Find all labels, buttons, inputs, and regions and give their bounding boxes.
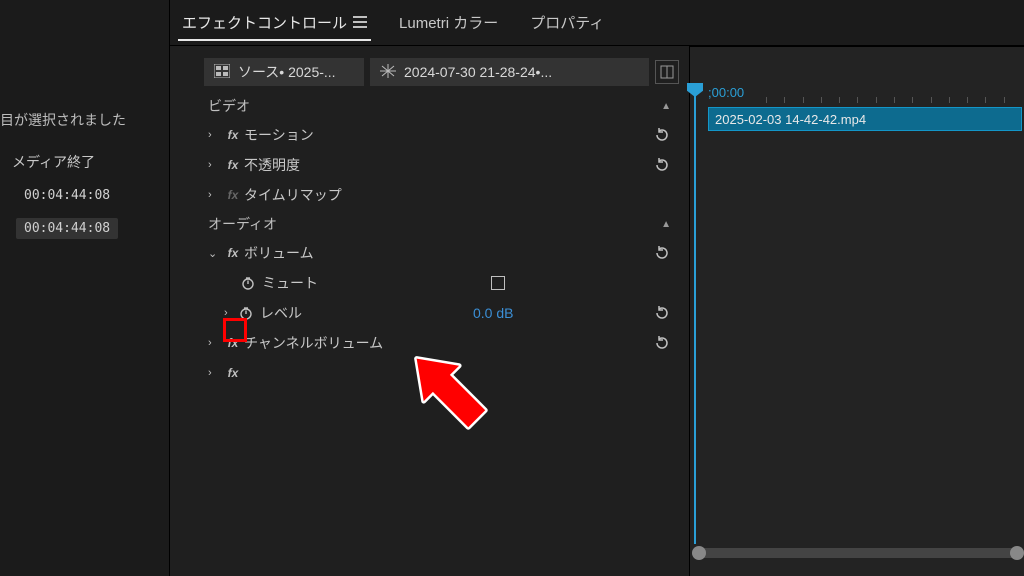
tab-lumetri-color[interactable]: Lumetri カラー (395, 6, 502, 39)
effect-label: ボリューム (244, 243, 653, 263)
ruler-ticks (766, 97, 1022, 107)
fx-icon[interactable]: fx (222, 246, 244, 260)
source-bar: ソース• 2025-... 2024-07-30 21-28-24•... (204, 54, 679, 90)
panel-tabbar: エフェクトコントロール Lumetri カラー プロパティ (170, 0, 1024, 46)
chevron-down-icon: ⌄ (208, 247, 222, 260)
stopwatch-icon[interactable] (240, 275, 256, 291)
mute-checkbox[interactable] (491, 276, 505, 290)
section-video[interactable]: ビデオ ▲ (204, 92, 679, 120)
master-clip-icon (214, 64, 230, 81)
timecode-value-2[interactable]: 00:04:44:08 (16, 218, 118, 239)
source-master-label: ソース• 2025-... (238, 62, 336, 82)
effect-motion[interactable]: › fx モーション (204, 120, 679, 150)
content-row: ソース• 2025-... 2024-07-30 21-28-24•... ビデ… (170, 46, 1024, 576)
effect-controls-panel: ソース• 2025-... 2024-07-30 21-28-24•... ビデ… (170, 46, 690, 576)
reset-icon[interactable] (653, 334, 671, 352)
chevron-right-icon: › (208, 337, 222, 349)
scrollbar-thumb[interactable] (694, 548, 1022, 558)
reset-icon[interactable] (653, 156, 671, 174)
effect-timeline[interactable]: ;00:00 2025-02-03 14-42-42.mp4 (690, 46, 1024, 576)
effect-time-remap[interactable]: › fx タイムリマップ (204, 180, 679, 210)
clip-icon (380, 64, 396, 81)
tab-effect-controls[interactable]: エフェクトコントロール (178, 6, 371, 41)
param-mute[interactable]: ミュート (204, 268, 679, 298)
effect-hidden[interactable]: › fx (204, 358, 679, 388)
param-level[interactable]: › レベル 0.0 dB (204, 298, 679, 328)
section-label: ビデオ (208, 96, 250, 116)
zoom-knob-right[interactable] (1010, 546, 1024, 560)
fx-icon[interactable]: fx (222, 336, 244, 350)
chevron-right-icon: › (208, 159, 222, 171)
reset-icon[interactable] (653, 244, 671, 262)
param-label: ミュート (262, 273, 491, 293)
source-master-chip[interactable]: ソース• 2025-... (204, 58, 364, 86)
effect-label: チャンネルボリューム (244, 333, 653, 353)
app-root: 目が選択されました メディア終了 00:04:44:08 00:04:44:08… (0, 0, 1024, 576)
hamburger-icon[interactable] (353, 16, 367, 28)
effect-label: タイムリマップ (244, 185, 671, 205)
tab-label: Lumetri カラー (399, 12, 498, 33)
effect-opacity[interactable]: › fx 不透明度 (204, 150, 679, 180)
effect-volume[interactable]: ⌄ fx ボリューム (204, 238, 679, 268)
stopwatch-icon[interactable] (238, 305, 254, 321)
chevron-right-icon: › (224, 307, 238, 319)
level-value[interactable]: 0.0 dB (473, 305, 653, 321)
section-label: オーディオ (208, 214, 277, 234)
zoom-knob-left[interactable] (692, 546, 706, 560)
fx-icon[interactable]: fx (222, 128, 244, 142)
reset-icon[interactable] (653, 304, 671, 322)
fx-icon[interactable]: fx (222, 158, 244, 172)
tab-label: エフェクトコントロール (182, 12, 347, 33)
fx-icon[interactable]: fx (222, 188, 244, 202)
param-label: レベル (260, 303, 473, 323)
fx-icon[interactable]: fx (222, 366, 244, 380)
clip-label: 2025-02-03 14-42-42.mp4 (715, 112, 866, 127)
collapse-icon: ▲ (661, 219, 671, 230)
reset-icon[interactable] (653, 126, 671, 144)
chevron-right-icon: › (208, 189, 222, 201)
project-sidebar: 目が選択されました メディア終了 00:04:44:08 00:04:44:08 (0, 0, 170, 576)
source-clip-chip[interactable]: 2024-07-30 21-28-24•... (370, 58, 649, 86)
tab-label: プロパティ (530, 12, 604, 33)
collapse-icon: ▲ (661, 101, 671, 112)
effect-label: モーション (244, 125, 653, 145)
chevron-right-icon: › (208, 367, 222, 379)
chevron-right-icon: › (208, 129, 222, 141)
tab-properties[interactable]: プロパティ (526, 6, 608, 39)
source-clip-label: 2024-07-30 21-28-24•... (404, 64, 552, 80)
timecode-value-1[interactable]: 00:04:44:08 (16, 185, 118, 206)
media-end-label: メディア終了 (12, 152, 95, 172)
timeline-clip[interactable]: 2025-02-03 14-42-42.mp4 (708, 107, 1022, 131)
playhead[interactable] (694, 83, 696, 544)
section-audio[interactable]: オーディオ ▲ (204, 210, 679, 238)
selection-status: 目が選択されました (0, 110, 170, 130)
show-hide-timeline-button[interactable] (655, 60, 679, 84)
horizontal-scrollbar[interactable] (694, 548, 1022, 558)
main-area: エフェクトコントロール Lumetri カラー プロパティ ソース• (170, 0, 1024, 576)
effect-channel-volume[interactable]: › fx チャンネルボリューム (204, 328, 679, 358)
effect-label: 不透明度 (244, 155, 653, 175)
playhead-time: ;00:00 (708, 85, 744, 100)
